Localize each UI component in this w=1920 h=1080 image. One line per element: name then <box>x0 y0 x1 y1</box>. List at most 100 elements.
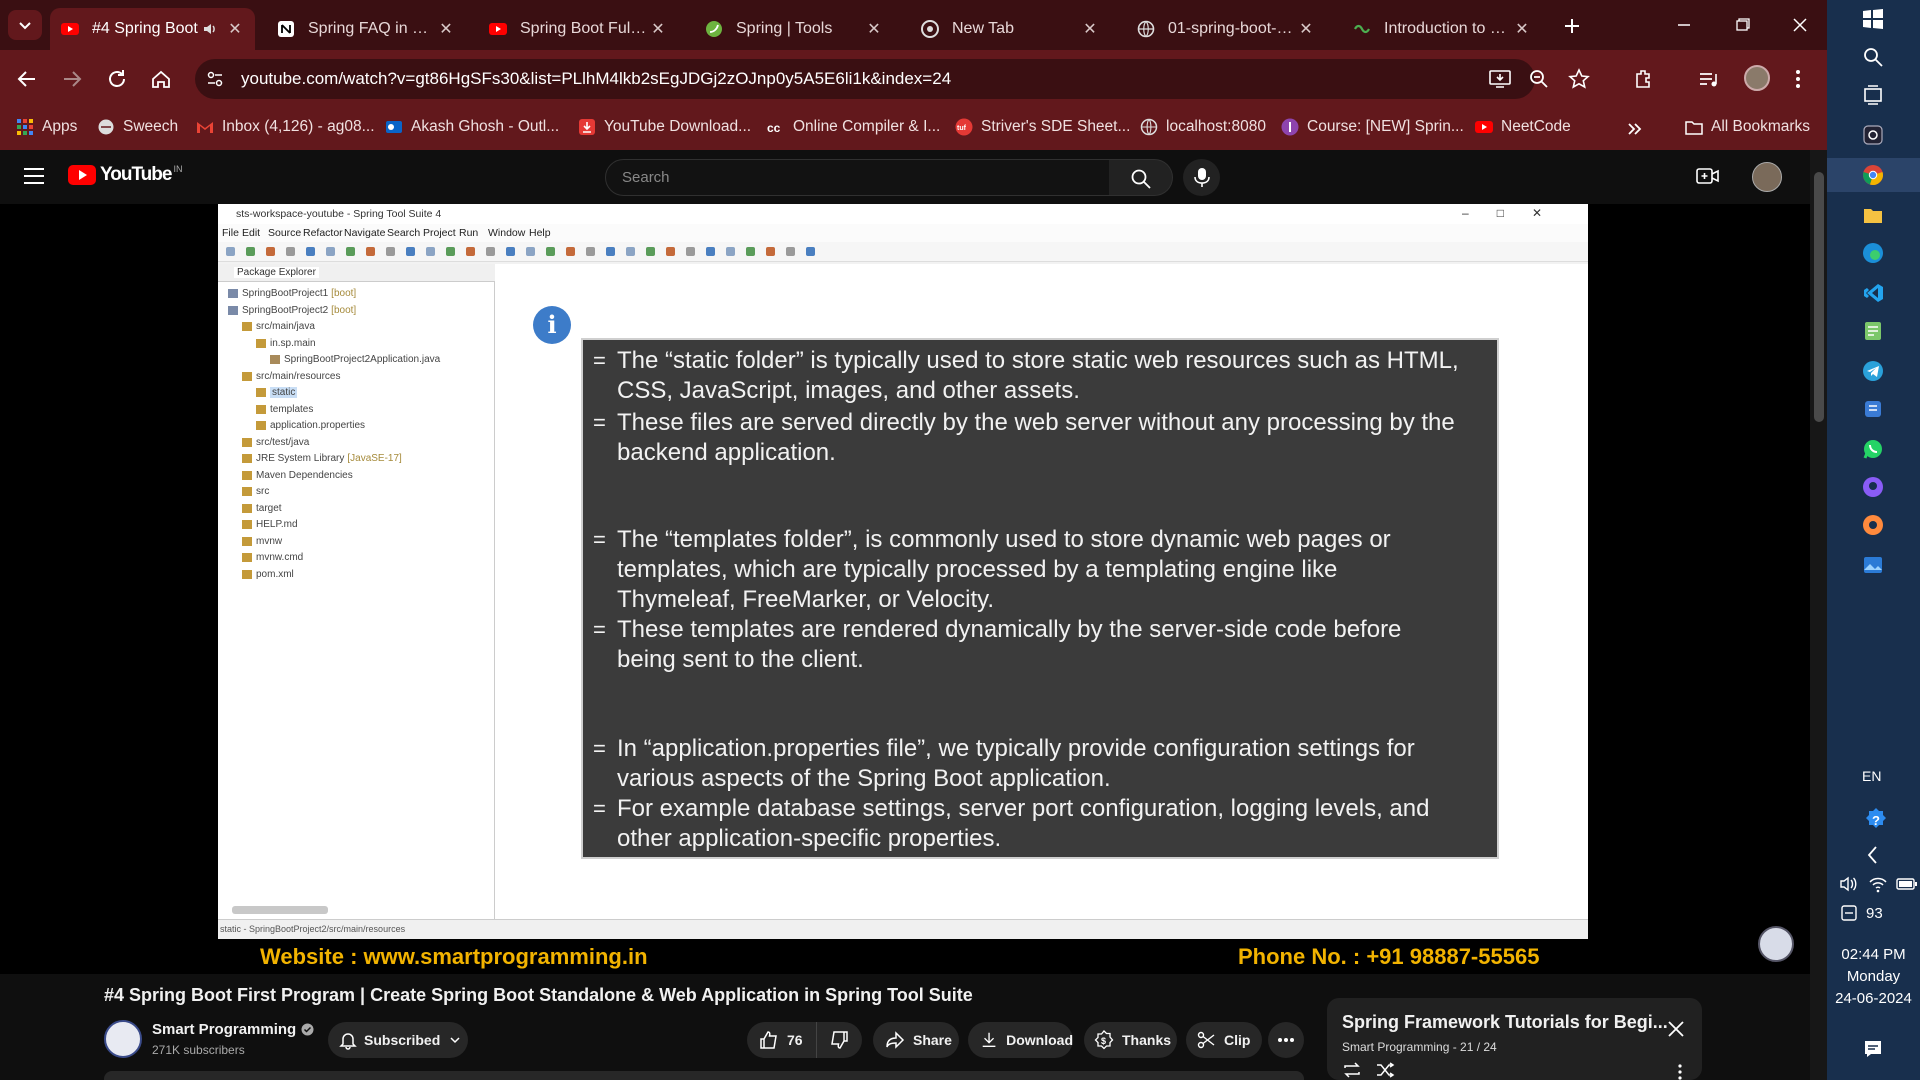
scrollbar-thumb[interactable] <box>1814 172 1824 422</box>
tab-2[interactable]: Spring Boot Full Co ✕ <box>478 8 678 50</box>
kebab-menu-icon[interactable] <box>1677 1064 1683 1080</box>
battery-icon[interactable] <box>1896 877 1918 891</box>
notepad-icon[interactable] <box>1862 320 1884 342</box>
windows-start-icon[interactable] <box>1862 8 1884 30</box>
youtube-logo[interactable]: YouTube IN <box>68 164 182 186</box>
wifi-icon[interactable] <box>1868 874 1888 894</box>
create-video-icon[interactable] <box>1696 166 1720 186</box>
help-icon[interactable]: ? <box>1862 806 1890 834</box>
channel-name[interactable]: Smart Programming <box>152 1021 314 1038</box>
vscode-icon[interactable] <box>1862 282 1884 304</box>
clock-day[interactable]: Monday <box>1827 968 1920 985</box>
bookmark-outlook[interactable]: Akash Ghosh - Outl... <box>385 118 559 136</box>
subscribe-button[interactable]: Subscribed <box>328 1022 468 1058</box>
tab-5[interactable]: 01-spring-boot-3-c ✕ <box>1126 8 1326 50</box>
playlist-title[interactable]: Spring Framework Tutorials for Begi... <box>1342 1012 1668 1033</box>
notification-center-icon[interactable] <box>1862 1038 1884 1060</box>
speaker-icon[interactable] <box>201 20 219 38</box>
bookmark-youtube-download[interactable]: YouTube Download... <box>578 118 751 136</box>
all-bookmarks[interactable]: All Bookmarks <box>1685 118 1810 136</box>
more-actions-button[interactable] <box>1268 1022 1304 1058</box>
app-icon[interactable] <box>1862 124 1884 146</box>
clock-date[interactable]: 24-06-2024 <box>1827 990 1920 1007</box>
close-tab-icon[interactable]: ✕ <box>225 19 245 39</box>
chrome-icon[interactable] <box>1862 164 1884 186</box>
forward-arrow-icon[interactable] <box>60 68 84 90</box>
bookmark-neetcode[interactable]: NeetCode <box>1475 118 1571 136</box>
close-tab-icon[interactable]: ✕ <box>1080 19 1100 39</box>
home-icon[interactable] <box>150 68 172 90</box>
volume-icon[interactable] <box>1838 874 1858 894</box>
new-tab-button[interactable] <box>1558 12 1586 40</box>
more-bookmarks-icon[interactable] <box>1625 120 1643 138</box>
channel-avatar[interactable] <box>104 1020 142 1058</box>
like-button[interactable]: 76 <box>747 1022 817 1058</box>
bookmark-star-icon[interactable] <box>1568 68 1590 90</box>
task-view-icon[interactable] <box>1862 84 1884 106</box>
search-input[interactable]: Search <box>605 159 1110 196</box>
shuffle-icon[interactable] <box>1375 1062 1395 1078</box>
svg-text:$: $ <box>1101 1036 1106 1046</box>
language-indicator[interactable]: EN <box>1862 768 1881 784</box>
kebab-menu-icon[interactable] <box>1790 68 1806 90</box>
telegram-icon[interactable] <box>1862 360 1884 382</box>
zoom-icon[interactable] <box>1528 68 1550 90</box>
photos-icon[interactable] <box>1862 554 1884 576</box>
restore-button[interactable] <box>1728 12 1756 38</box>
edge-icon[interactable] <box>1862 242 1884 264</box>
site-info-icon[interactable] <box>205 69 225 89</box>
close-tab-icon[interactable]: ✕ <box>1512 19 1532 39</box>
file-explorer-icon[interactable] <box>1862 204 1884 226</box>
close-tab-icon[interactable]: ✕ <box>436 19 456 39</box>
chevron-left-icon[interactable] <box>1862 844 1884 866</box>
close-tab-icon[interactable]: ✕ <box>648 19 668 39</box>
tab-6[interactable]: Introduction to Spr ✕ <box>1342 8 1542 50</box>
thanks-button[interactable]: $ Thanks <box>1084 1022 1177 1058</box>
close-icon[interactable] <box>1667 1020 1685 1038</box>
tab-4[interactable]: New Tab ✕ <box>910 8 1110 50</box>
channel-watermark[interactable] <box>1758 926 1794 962</box>
close-tab-icon[interactable]: ✕ <box>1296 19 1316 39</box>
user-avatar[interactable] <box>1752 162 1782 192</box>
bookmark-sweech[interactable]: Sweech <box>97 118 178 136</box>
download-button[interactable]: Download <box>968 1022 1073 1058</box>
bookmark-striver[interactable]: tuf Striver's SDE Sheet... <box>955 118 1130 136</box>
tree-node-icon <box>242 569 252 579</box>
minimize-button[interactable] <box>1670 12 1698 38</box>
clock-time[interactable]: 02:44 PM <box>1827 946 1920 963</box>
extensions-icon[interactable] <box>1632 67 1656 91</box>
bookmark-localhost[interactable]: localhost:8080 <box>1140 118 1266 136</box>
close-tab-icon[interactable]: ✕ <box>864 19 884 39</box>
notes-app-icon[interactable] <box>1862 398 1884 420</box>
reload-icon[interactable] <box>106 68 128 90</box>
search-icon[interactable] <box>1862 46 1884 68</box>
search-button[interactable] <box>1109 159 1173 196</box>
description-box[interactable] <box>104 1071 1304 1080</box>
back-arrow-icon[interactable] <box>15 68 39 90</box>
tab-3[interactable]: Spring | Tools ✕ <box>694 8 894 50</box>
hamburger-menu-icon[interactable] <box>22 166 46 186</box>
media-player-icon[interactable] <box>1862 514 1884 536</box>
url-text[interactable]: youtube.com/watch?v=gt86HgSFs30&list=PLl… <box>241 69 951 89</box>
bookmark-apps[interactable]: Apps <box>16 118 77 136</box>
tab-1[interactable]: Spring FAQ in Java ✕ <box>266 8 466 50</box>
bookmark-online-compiler[interactable]: cc Online Compiler & I... <box>767 118 940 136</box>
whatsapp-icon[interactable] <box>1862 438 1884 460</box>
bookmark-inbox[interactable]: Inbox (4,126) - ag08... <box>196 118 375 136</box>
github-icon[interactable] <box>1862 476 1884 498</box>
notification-count-icon[interactable] <box>1840 904 1858 922</box>
voice-search-button[interactable] <box>1183 159 1220 196</box>
tab-search-button[interactable] <box>8 10 42 40</box>
install-app-icon[interactable] <box>1488 68 1512 90</box>
bookmark-course[interactable]: Course: [NEW] Sprin... <box>1281 118 1464 136</box>
dislike-button[interactable] <box>817 1022 861 1058</box>
close-window-button[interactable] <box>1786 12 1814 38</box>
page-scrollbar[interactable] <box>1810 150 1827 1080</box>
share-button[interactable]: Share <box>873 1022 959 1058</box>
profile-avatar[interactable] <box>1744 65 1770 91</box>
tab-0[interactable]: #4 Spring Boot ✕ <box>50 8 255 50</box>
info-box: = The “static folder” is typically used t… <box>581 338 1499 859</box>
media-controls-icon[interactable] <box>1697 68 1719 90</box>
clip-button[interactable]: Clip <box>1186 1022 1262 1058</box>
loop-icon[interactable] <box>1342 1062 1362 1078</box>
